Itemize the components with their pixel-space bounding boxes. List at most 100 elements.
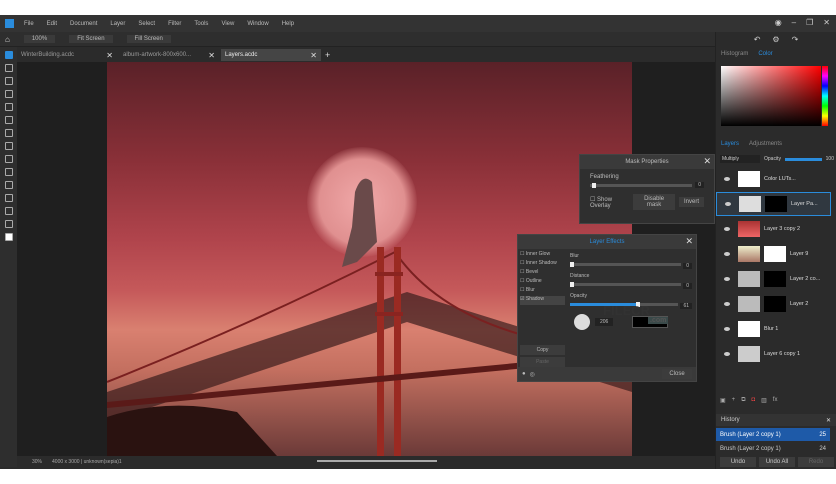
info-icon[interactable]: ● bbox=[522, 371, 526, 377]
minimize-icon[interactable]: – bbox=[792, 18, 796, 27]
visibility-eye-icon[interactable] bbox=[724, 352, 730, 356]
effect-shadow[interactable]: ☑ Shadow bbox=[520, 296, 565, 305]
tab-histogram[interactable]: Histogram bbox=[721, 51, 748, 57]
visibility-eye-icon[interactable] bbox=[725, 202, 731, 206]
delete-icon[interactable]: ▥ bbox=[761, 397, 767, 404]
lasso-tool-icon[interactable] bbox=[4, 103, 13, 111]
copy-button[interactable]: Copy bbox=[520, 345, 565, 355]
effect-outline[interactable]: ☐ Outline bbox=[520, 278, 565, 287]
crop-tool-icon[interactable] bbox=[4, 77, 13, 85]
fill-screen-button[interactable]: Fill Screen bbox=[126, 35, 171, 43]
distance-slider[interactable] bbox=[570, 282, 682, 287]
layer-mask-thumbnail[interactable] bbox=[765, 196, 787, 212]
visibility-eye-icon[interactable] bbox=[724, 302, 730, 306]
tab-color[interactable]: Color bbox=[758, 51, 772, 57]
layer-mask-thumbnail[interactable] bbox=[764, 296, 786, 312]
color-picker[interactable] bbox=[721, 66, 821, 126]
gradient-tool-icon[interactable] bbox=[4, 168, 13, 176]
new-tab-icon[interactable]: + bbox=[325, 50, 330, 60]
zoom-level[interactable]: 30% bbox=[32, 459, 42, 465]
brush-tool-icon[interactable] bbox=[4, 129, 13, 137]
visibility-eye-icon[interactable] bbox=[724, 327, 730, 331]
menu-window[interactable]: Window bbox=[247, 21, 268, 27]
zoom-100-button[interactable]: 100% bbox=[23, 35, 56, 43]
eraser-tool-icon[interactable] bbox=[4, 207, 13, 215]
history-item[interactable]: Brush (Layer 2 copy 1) 24 bbox=[716, 442, 830, 455]
layer-row[interactable]: Layer 9 bbox=[716, 242, 831, 266]
add-layer-icon[interactable]: + bbox=[732, 397, 736, 404]
text-tool-icon[interactable] bbox=[4, 194, 13, 202]
angle-value[interactable]: 206 bbox=[595, 318, 614, 326]
disable-mask-button[interactable]: Disable mask bbox=[633, 194, 675, 210]
new-group-icon[interactable]: ▣ bbox=[720, 397, 726, 404]
magic-wand-icon[interactable] bbox=[4, 116, 13, 124]
menu-edit[interactable]: Edit bbox=[47, 21, 57, 27]
invert-button[interactable]: Invert bbox=[678, 197, 704, 207]
effect-inner-shadow[interactable]: ☐ Inner Shadow bbox=[520, 260, 565, 269]
visibility-eye-icon[interactable] bbox=[724, 277, 730, 281]
menu-document[interactable]: Document bbox=[70, 21, 97, 27]
effect-inner-glow[interactable]: ☐ Inner Glow bbox=[520, 251, 565, 260]
menu-select[interactable]: Select bbox=[138, 21, 155, 27]
show-overlay-checkbox[interactable]: ☐ Show Overlay bbox=[590, 196, 629, 209]
layer-mask-thumbnail[interactable] bbox=[764, 271, 786, 287]
blend-mode-select[interactable]: Multiply bbox=[720, 155, 760, 163]
paste-button[interactable]: Paste bbox=[520, 357, 565, 367]
fit-screen-button[interactable]: Fit Screen bbox=[69, 35, 113, 43]
tab-winterbuilding[interactable]: WinterBuilding.acdc ✕ bbox=[17, 49, 117, 61]
settings-icon[interactable]: ⚙ bbox=[772, 35, 779, 44]
close-button[interactable]: Close bbox=[662, 369, 692, 379]
layer-opacity-value[interactable]: 100 bbox=[826, 156, 834, 162]
menu-filter[interactable]: Filter bbox=[168, 21, 181, 27]
mask-icon[interactable]: ◘ bbox=[751, 397, 755, 404]
layer-row[interactable]: Layer 6 copy 1 bbox=[716, 342, 831, 366]
effect-blur[interactable]: ☐ Blur bbox=[520, 287, 565, 296]
account-icon[interactable]: ◉ bbox=[775, 18, 782, 27]
shape-tool-icon[interactable] bbox=[4, 181, 13, 189]
angle-dial[interactable] bbox=[574, 314, 590, 330]
horizontal-scrollbar[interactable] bbox=[317, 460, 437, 462]
visibility-eye-icon[interactable] bbox=[724, 227, 730, 231]
tab-adjustments[interactable]: Adjustments bbox=[749, 141, 782, 147]
close-tab-icon[interactable]: ✕ bbox=[310, 51, 317, 60]
menu-file[interactable]: File bbox=[24, 21, 34, 27]
tab-album-artwork[interactable]: album-artwork-800x600... ✕ bbox=[119, 49, 219, 61]
close-dialog-icon[interactable]: ✕ bbox=[703, 156, 711, 167]
layer-row[interactable]: Blur 1 bbox=[716, 317, 831, 341]
hue-slider[interactable] bbox=[822, 66, 828, 126]
marquee-tool-icon[interactable] bbox=[4, 90, 13, 98]
feathering-value[interactable]: 0 bbox=[695, 182, 704, 188]
clone-tool-icon[interactable] bbox=[4, 155, 13, 163]
menu-help[interactable]: Help bbox=[282, 21, 294, 27]
undo-button[interactable]: Undo bbox=[720, 457, 756, 467]
layer-row[interactable]: Layer 2 co... bbox=[716, 267, 831, 291]
layer-row[interactable]: Layer 2 bbox=[716, 292, 831, 316]
undo-icon[interactable]: ↶ bbox=[754, 35, 761, 44]
maximize-icon[interactable]: ❐ bbox=[806, 18, 813, 27]
color-swatch-icon[interactable] bbox=[4, 233, 13, 241]
feathering-slider[interactable] bbox=[590, 182, 693, 188]
home-icon[interactable]: ⌂ bbox=[5, 35, 10, 44]
layer-opacity-slider[interactable] bbox=[784, 157, 822, 161]
fx-icon[interactable]: fx bbox=[773, 397, 778, 404]
distance-value[interactable]: 0 bbox=[683, 283, 692, 289]
blur-slider[interactable] bbox=[570, 262, 682, 267]
undo-all-button[interactable]: Undo All bbox=[759, 457, 795, 467]
move-tool-icon[interactable] bbox=[4, 51, 13, 59]
tab-layers-panel[interactable]: Layers bbox=[721, 141, 739, 147]
duplicate-icon[interactable]: ⧉ bbox=[741, 397, 745, 404]
visibility-eye-icon[interactable] bbox=[724, 177, 730, 181]
menu-layer[interactable]: Layer bbox=[110, 21, 125, 27]
select-tool-icon[interactable] bbox=[4, 64, 13, 72]
layer-mask-thumbnail[interactable] bbox=[764, 246, 786, 262]
opacity-value[interactable]: 61 bbox=[680, 303, 692, 309]
close-icon[interactable]: ✕ bbox=[823, 18, 830, 27]
canvas-area[interactable]: Mask Properties ✕ Feathering 0 ☐ Show Ove… bbox=[17, 62, 715, 456]
tab-layers[interactable]: Layers.acdc ✕ bbox=[221, 49, 321, 61]
redo-button[interactable]: Redo bbox=[798, 457, 834, 467]
layer-row[interactable]: Layer Pa... bbox=[716, 192, 831, 216]
reset-icon[interactable]: ◎ bbox=[530, 371, 535, 378]
close-tab-icon[interactable]: ✕ bbox=[208, 51, 215, 60]
menu-tools[interactable]: Tools bbox=[194, 21, 208, 27]
menu-view[interactable]: View bbox=[221, 21, 234, 27]
